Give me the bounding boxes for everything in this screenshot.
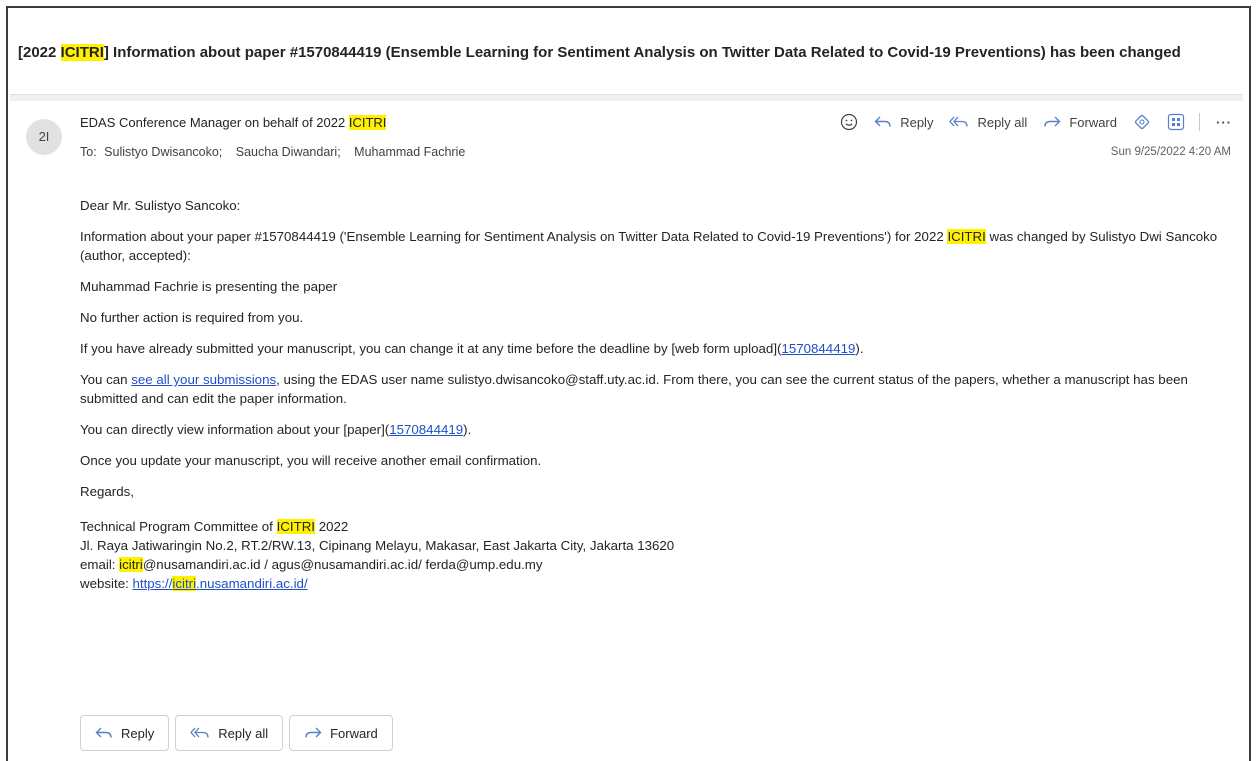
para4-text-a: If you have already submitted your manus…	[80, 341, 782, 356]
email-subject: [2022 ICITRI] Information about paper #1…	[18, 42, 1228, 63]
footer-forward-label: Forward	[330, 725, 378, 741]
message-actions: Reply Reply all Forward ···	[824, 113, 1232, 131]
forward-arrow-icon	[305, 727, 322, 738]
sender-name[interactable]: EDAS Conference Manager on behalf of 202…	[80, 115, 387, 130]
paper-link[interactable]: 1570844419	[389, 422, 463, 437]
to-label: To:	[80, 145, 97, 159]
body-paragraph-1: Information about your paper #1570844419…	[80, 227, 1230, 265]
footer-reply-button[interactable]: Reply	[80, 715, 170, 751]
footer-actions: Reply Reply all Forward	[80, 715, 399, 751]
apps-grid-icon	[1167, 113, 1185, 131]
para1-text-a: Information about your paper #1570844419…	[80, 229, 948, 244]
sig1-text-a: Technical Program Committee of	[80, 519, 277, 534]
body-paragraph-2: Muhammad Fachrie is presenting the paper	[80, 279, 338, 294]
web-link-b: .nusamandiri.ac.id/	[196, 576, 308, 591]
recipient-1[interactable]: Sulistyo Dwisancoko;	[104, 145, 222, 159]
recipients-line: To: Sulistyo Dwisancoko; Saucha Diwandar…	[80, 145, 471, 159]
reply-button[interactable]: Reply	[874, 115, 933, 130]
reply-all-label: Reply all	[977, 114, 1028, 130]
greeting: Dear Mr. Sulistyo Sancoko:	[80, 198, 241, 213]
body-paragraph-3: No further action is required from you.	[80, 310, 304, 325]
more-dots-icon: ···	[1216, 114, 1232, 130]
footer-reply-all-button[interactable]: Reply all	[175, 715, 284, 751]
signature-website: website: https://icitri.nusamandiri.ac.i…	[80, 574, 1230, 593]
para6-text-a: You can directly view information about …	[80, 422, 390, 437]
footer-reply-all-label: Reply all	[218, 725, 269, 741]
sig-email-highlight: icitri	[119, 557, 143, 572]
subject-highlight: ICITRI	[60, 44, 104, 61]
sender-highlight: ICITRI	[348, 115, 387, 130]
sig-web-label: website:	[80, 576, 133, 591]
reply-all-arrow-icon	[949, 116, 969, 127]
recipient-3[interactable]: Muhammad Fachrie	[354, 145, 465, 159]
body-paragraph-6: You can directly view information about …	[80, 420, 1230, 439]
signature: Technical Program Committee of ICITRI 20…	[80, 517, 1230, 593]
apps-button[interactable]	[1167, 113, 1185, 131]
reply-label: Reply	[900, 114, 934, 130]
header-divider	[10, 94, 1243, 101]
signature-address: Jl. Raya Jatiwaringin No.2, RT.2/RW.13, …	[80, 538, 675, 553]
para1-highlight: ICITRI	[947, 229, 986, 244]
loop-component-button[interactable]	[1133, 113, 1151, 131]
avatar[interactable]: 2I	[26, 119, 62, 155]
forward-arrow-icon	[1044, 116, 1061, 127]
body-paragraph-5: You can see all your submissions, using …	[80, 370, 1230, 408]
sig-email-rest: @nusamandiri.ac.id / agus@nusamandiri.ac…	[142, 557, 543, 572]
reply-arrow-icon	[95, 727, 112, 738]
recipient-2[interactable]: Saucha Diwandari;	[236, 145, 341, 159]
para4-text-b: ).	[855, 341, 864, 356]
footer-forward-button[interactable]: Forward	[289, 715, 393, 751]
subject-prefix: [2022	[18, 44, 61, 61]
body-paragraph-4: If you have already submitted your manus…	[80, 339, 1230, 358]
web-form-upload-link[interactable]: 1570844419	[781, 341, 855, 356]
actions-separator	[1199, 113, 1200, 131]
more-actions-button[interactable]: ···	[1216, 115, 1232, 130]
smiley-icon	[841, 113, 858, 131]
body-paragraph-7: Once you update your manuscript, you wil…	[80, 453, 542, 468]
signature-email: email: icitri@nusamandiri.ac.id / agus@n…	[80, 555, 1230, 574]
received-date: Sun 9/25/2022 4:20 AM	[1110, 146, 1231, 158]
subject-rest: ] Information about paper #1570844419 (E…	[103, 44, 1181, 61]
emoji-react-button[interactable]	[840, 113, 858, 131]
reply-all-button[interactable]: Reply all	[949, 115, 1027, 130]
email-body: Dear Mr. Sulistyo Sancoko: Information a…	[80, 196, 1230, 593]
footer-reply-label: Reply	[121, 725, 155, 741]
regards: Regards,	[80, 484, 134, 499]
web-link-a: https://	[132, 576, 173, 591]
forward-label: Forward	[1069, 114, 1117, 130]
sender-prefix: EDAS Conference Manager on behalf of 202…	[80, 115, 349, 130]
forward-button[interactable]: Forward	[1043, 115, 1117, 130]
sig1-highlight: ICITRI	[276, 519, 315, 534]
para6-text-b: ).	[463, 422, 472, 437]
reply-arrow-icon	[874, 116, 891, 127]
web-link-highlight: icitri	[172, 576, 197, 591]
see-all-submissions-link[interactable]: see all your submissions	[131, 372, 276, 387]
sig-email-label: email:	[80, 557, 120, 572]
sig1-text-b: 2022	[315, 519, 349, 534]
website-link[interactable]: https://icitri.nusamandiri.ac.id/	[132, 576, 308, 591]
para5-text-a: You can	[80, 372, 132, 387]
loop-icon	[1134, 114, 1150, 130]
reply-all-arrow-icon	[190, 727, 209, 738]
signature-line-1: Technical Program Committee of ICITRI 20…	[80, 517, 1230, 536]
